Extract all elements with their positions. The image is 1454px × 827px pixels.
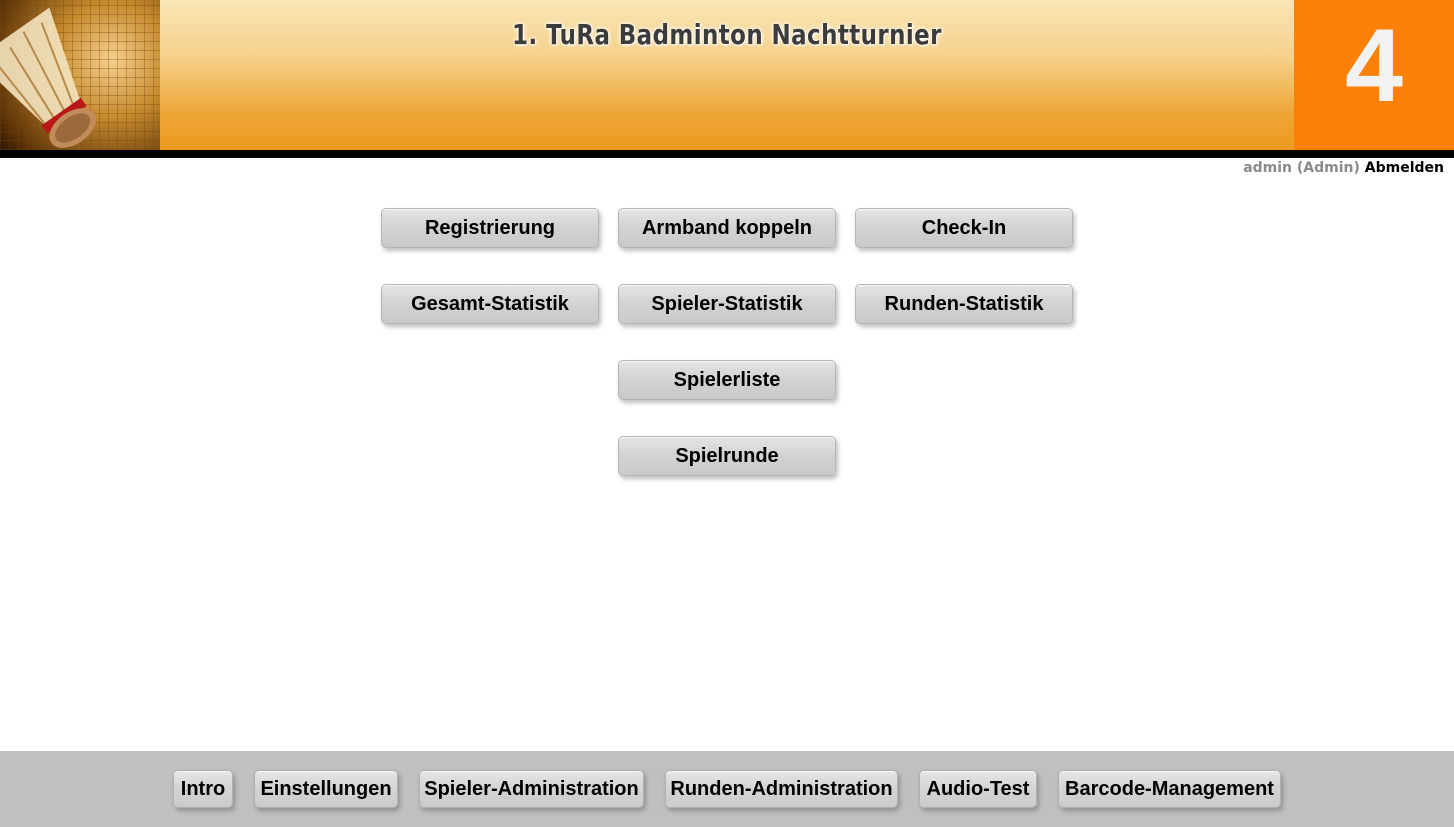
page-title: 1. TuRa Badminton Nachtturnier <box>512 18 942 51</box>
runden-statistik-button[interactable]: Runden-Statistik <box>855 284 1073 324</box>
round-indicator: 4 <box>1294 0 1454 150</box>
round-number: 4 <box>1345 8 1403 124</box>
spieler-statistik-button[interactable]: Spieler-Statistik <box>618 284 836 324</box>
user-info: admin (Admin) Abmelden <box>1243 160 1444 176</box>
spieler-administration-button[interactable]: Spieler-Administration <box>419 770 644 808</box>
logout-link[interactable]: Abmelden <box>1365 160 1444 176</box>
registrierung-button[interactable]: Registrierung <box>381 208 599 248</box>
spielerliste-button[interactable]: Spielerliste <box>618 360 836 400</box>
header-divider <box>0 150 1454 158</box>
header: 1. TuRa Badminton Nachtturnier 4 <box>0 0 1454 150</box>
barcode-management-button[interactable]: Barcode-Management <box>1058 770 1281 808</box>
audio-test-button[interactable]: Audio-Test <box>919 770 1037 808</box>
intro-button[interactable]: Intro <box>173 770 233 808</box>
shuttlecock-icon <box>0 0 160 150</box>
einstellungen-button[interactable]: Einstellungen <box>254 770 398 808</box>
armband-koppeln-button[interactable]: Armband koppeln <box>618 208 836 248</box>
spielrunde-button[interactable]: Spielrunde <box>618 436 836 476</box>
current-user: admin (Admin) <box>1243 160 1360 176</box>
app-root: 1. TuRa Badminton Nachtturnier 4 admin (… <box>0 0 1454 827</box>
footer-bar: Intro Einstellungen Spieler-Administrati… <box>0 751 1454 827</box>
runden-administration-button[interactable]: Runden-Administration <box>665 770 898 808</box>
check-in-button[interactable]: Check-In <box>855 208 1073 248</box>
gesamt-statistik-button[interactable]: Gesamt-Statistik <box>381 284 599 324</box>
